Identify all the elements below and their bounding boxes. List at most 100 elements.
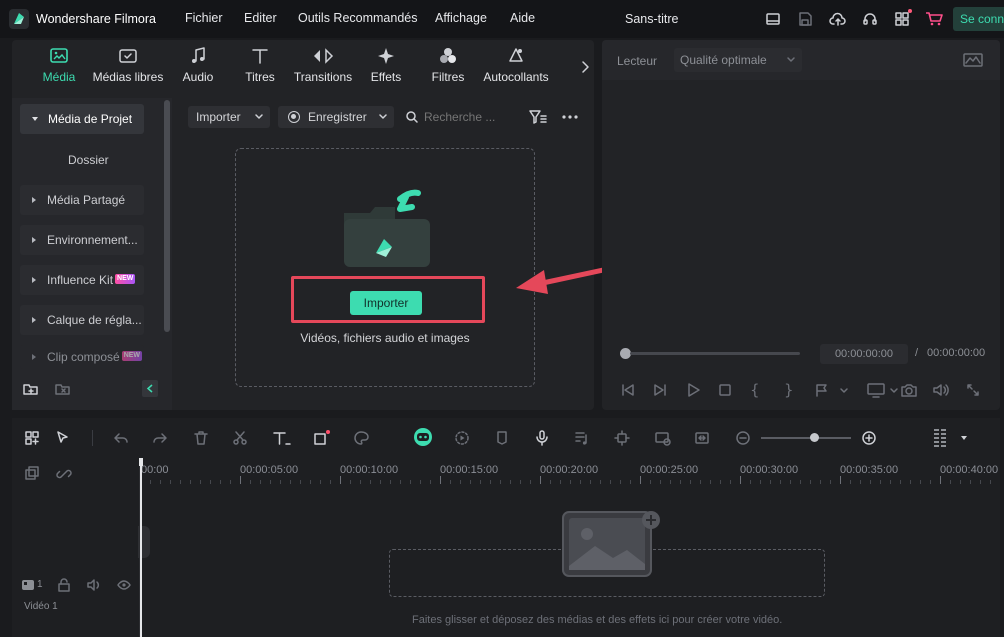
ai-robot-icon[interactable]	[412, 427, 434, 447]
new-folder-icon[interactable]	[23, 382, 39, 396]
menu-aide[interactable]: Aide	[510, 11, 535, 25]
playhead-marker[interactable]	[139, 458, 143, 466]
menu-outils-recommandes[interactable]: Outils Recommandés	[298, 11, 418, 25]
track-height-icon[interactable]	[932, 428, 948, 448]
caret-right-icon	[32, 276, 36, 283]
mute-track-icon[interactable]	[87, 578, 101, 592]
menu-affichage[interactable]: Affichage	[435, 11, 487, 25]
color-palette-icon[interactable]	[352, 430, 370, 446]
text-tool-icon[interactable]	[272, 430, 292, 446]
record-dropdown[interactable]: Enregistrer	[278, 106, 394, 128]
sidebar-item-compound-clip[interactable]: Clip composé NEW	[20, 345, 144, 369]
tab-stock-media[interactable]: Médias libres	[88, 46, 168, 84]
lock-track-icon[interactable]	[57, 578, 71, 592]
sparkle-icon	[378, 48, 394, 64]
more-options-icon[interactable]	[562, 115, 578, 119]
ruler-label: 00:00:35:00	[840, 464, 898, 476]
fullscreen-icon[interactable]	[965, 382, 981, 398]
media-drop-zone[interactable]: Importer Vidéos, fichiers audio et image…	[235, 148, 535, 387]
layout-grid-icon[interactable]	[24, 430, 40, 446]
transition-arrows-icon	[314, 48, 334, 64]
visibility-eye-icon[interactable]	[117, 578, 131, 592]
media-panel: Média Médias libres Audio Titres Transit…	[12, 40, 594, 410]
fit-timeline-icon[interactable]	[694, 430, 710, 446]
cart-icon[interactable]	[925, 11, 943, 27]
caret-right-icon	[32, 353, 36, 360]
render-preview-icon[interactable]	[454, 430, 470, 446]
sidebar-item-influence-kit[interactable]: Influence Kit NEW	[20, 265, 144, 295]
collapse-sidebar-button[interactable]	[142, 380, 158, 397]
highlight-box	[291, 276, 485, 323]
quality-dropdown[interactable]: Qualité optimale	[674, 48, 802, 72]
volume-icon[interactable]	[932, 382, 950, 398]
save-icon[interactable]	[797, 11, 813, 27]
sidebar-scrollbar[interactable]	[164, 100, 170, 332]
split-scissors-icon[interactable]	[232, 430, 248, 446]
ruler-label: 00:00:25:00	[640, 464, 698, 476]
sidebar-item-label: Environnement...	[47, 233, 138, 247]
folder-import-icon	[340, 189, 430, 271]
sidebar-item-folder[interactable]: Dossier	[68, 153, 109, 167]
caret-right-icon	[32, 236, 36, 243]
mark-in-icon[interactable]: {	[750, 381, 760, 399]
next-frame-icon[interactable]	[652, 382, 668, 398]
tab-media[interactable]: Média	[19, 46, 99, 84]
chevron-right-icon[interactable]	[580, 60, 590, 74]
select-pointer-icon[interactable]	[55, 430, 75, 446]
redo-icon[interactable]	[152, 430, 168, 446]
drop-zone-hint: Vidéos, fichiers audio et images	[300, 331, 470, 345]
previous-frame-icon[interactable]	[620, 382, 636, 398]
shield-mark-icon[interactable]	[494, 430, 510, 446]
progress-track[interactable]	[630, 352, 800, 355]
display-dropdown-icon[interactable]	[866, 382, 902, 398]
undo-icon[interactable]	[113, 430, 129, 446]
current-time: 00:00:00:00	[820, 344, 908, 364]
waveform-image-icon[interactable]	[963, 53, 983, 67]
marker-dropdown-icon[interactable]	[814, 382, 850, 398]
sidebar-item-project-media[interactable]: Média de Projet	[20, 104, 144, 134]
image-placeholder-icon	[561, 510, 665, 578]
link-icon[interactable]	[56, 466, 72, 482]
cloud-upload-icon[interactable]	[829, 11, 847, 27]
music-list-icon[interactable]	[574, 430, 590, 446]
stop-icon[interactable]	[717, 382, 733, 398]
text-t-icon	[252, 49, 268, 64]
crop-icon[interactable]	[312, 430, 330, 446]
delete-folder-icon[interactable]	[55, 382, 71, 396]
ruler-label: 00:00:05:00	[240, 464, 298, 476]
media-icon	[50, 48, 68, 63]
mark-out-icon[interactable]: }	[784, 381, 794, 399]
timeline-ruler: 00:00 00:00:05:00 00:00:10:00 00:00:15:00 00…	[140, 464, 998, 484]
sidebar-item-shared-media[interactable]: Média Partagé	[20, 185, 144, 215]
caret-down-icon[interactable]	[961, 436, 967, 440]
import-dropdown[interactable]: Importer	[188, 106, 270, 128]
delete-icon[interactable]	[193, 430, 209, 446]
zoom-in-icon[interactable]	[861, 430, 877, 446]
menu-fichier[interactable]: Fichier	[185, 11, 223, 25]
connect-button[interactable]: Se conn	[953, 7, 1004, 31]
replace-clip-icon[interactable]	[654, 430, 672, 446]
track-number: 1	[37, 579, 43, 590]
sidebar-item-environment[interactable]: Environnement...	[20, 225, 144, 255]
ai-effects-icon[interactable]	[614, 430, 630, 446]
notification-dot-icon	[908, 9, 912, 13]
zoom-slider-track[interactable]	[761, 437, 851, 439]
music-note-icon	[192, 47, 205, 63]
add-track-icon[interactable]	[24, 466, 40, 482]
layout-icon[interactable]	[765, 11, 781, 27]
apps-grid-icon[interactable]	[894, 9, 912, 27]
zoom-out-icon[interactable]	[735, 430, 751, 446]
chevron-down-icon	[378, 113, 388, 121]
play-icon[interactable]	[685, 382, 701, 398]
zoom-slider-knob[interactable]	[810, 433, 819, 442]
menu-editer[interactable]: Editer	[244, 11, 277, 25]
search-input[interactable]	[424, 106, 520, 128]
playhead-line[interactable]	[140, 458, 142, 637]
sidebar-item-adjustment-layer[interactable]: Calque de régla...	[20, 305, 144, 335]
microphone-icon[interactable]	[534, 430, 550, 446]
record-dropdown-label: Enregistrer	[308, 110, 367, 124]
filter-sort-icon[interactable]	[529, 109, 547, 125]
tab-stickers[interactable]: Autocollants	[476, 46, 556, 84]
snapshot-camera-icon[interactable]	[900, 382, 918, 398]
headset-icon[interactable]	[862, 11, 878, 27]
